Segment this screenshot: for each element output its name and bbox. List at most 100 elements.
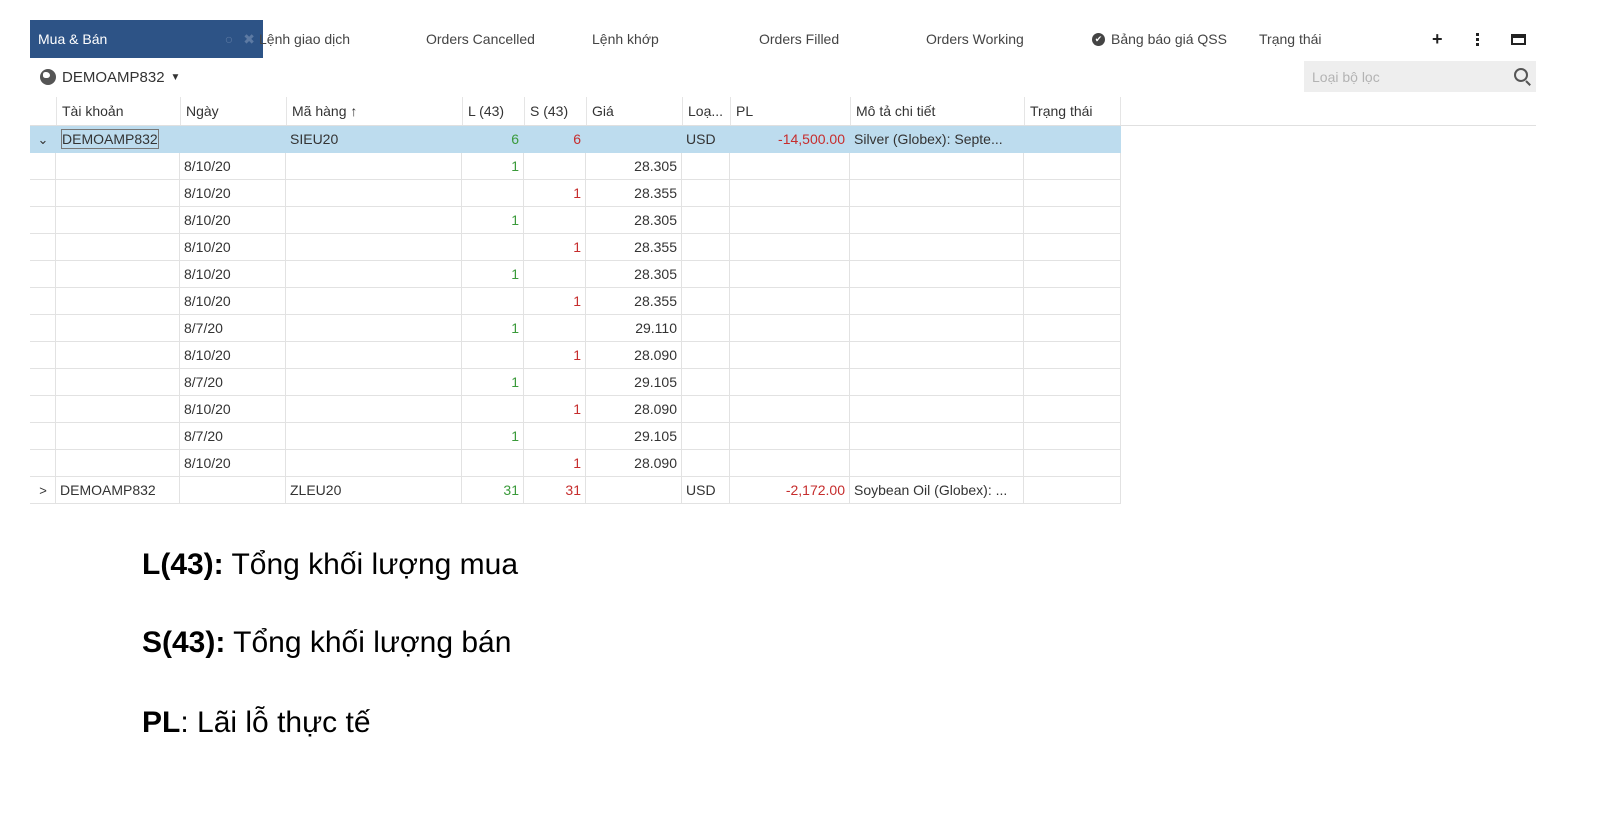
group-row-sieu20[interactable]: ⌄ DEMOAMP832 SIEU20 6 6 USD -14,500.00 S… <box>30 126 1121 153</box>
pl-cell <box>730 153 850 180</box>
tab-bang-bao-gia-qss[interactable]: ✔ Bảng báo giá QSS <box>1092 20 1227 58</box>
description-cell <box>850 261 1024 288</box>
account-selector[interactable]: DEMOAMP832 ▼ <box>40 66 180 88</box>
tab-trang-thai[interactable]: Trạng thái <box>1259 20 1322 58</box>
col-header-price[interactable]: Giá <box>586 97 682 125</box>
pl-cell <box>730 342 850 369</box>
pl-cell <box>730 315 850 342</box>
table-row[interactable]: 8/10/20 1 28.090 <box>30 450 1121 477</box>
status-cell <box>1024 126 1121 153</box>
symbol-cell <box>286 234 462 261</box>
col-header-label: Giá <box>592 103 614 119</box>
symbol-cell: SIEU20 <box>286 126 462 153</box>
table-row[interactable]: 8/10/20 1 28.355 <box>30 180 1121 207</box>
currency-cell <box>682 423 730 450</box>
tab-lenh-giao-dich[interactable]: Lệnh giao dịch <box>259 20 350 58</box>
col-header-date[interactable]: Ngày <box>180 97 286 125</box>
long-cell: 6 <box>462 126 524 153</box>
pl-cell <box>730 180 850 207</box>
expander-cell <box>30 315 56 342</box>
currency-cell <box>682 396 730 423</box>
account-cell <box>56 423 180 450</box>
price-cell: 28.305 <box>586 153 682 180</box>
group-row-zleu20[interactable]: > DEMOAMP832 ZLEU20 31 31 USD -2,172.00 … <box>30 477 1121 504</box>
tab-lenh-khop[interactable]: Lệnh khớp <box>592 20 659 58</box>
short-cell: 1 <box>524 234 586 261</box>
price-cell <box>586 477 682 504</box>
description-cell <box>850 396 1024 423</box>
price-cell: 28.305 <box>586 261 682 288</box>
col-header-long[interactable]: L (43) <box>462 97 524 125</box>
chevron-down-icon[interactable]: ⌄ <box>30 126 56 153</box>
table-row[interactable]: 8/10/20 1 28.090 <box>30 396 1121 423</box>
circle-icon[interactable]: ○ <box>225 31 233 47</box>
table-row[interactable]: 8/10/20 1 28.355 <box>30 234 1121 261</box>
tab-mua-ban[interactable]: Mua & Bán ○ ✖ <box>30 20 263 58</box>
table-row[interactable]: 8/10/20 1 28.305 <box>30 207 1121 234</box>
expander-cell <box>30 261 56 288</box>
col-header-label: PL <box>736 103 754 119</box>
short-cell <box>524 423 586 450</box>
table-row[interactable]: 8/10/20 1 28.305 <box>30 153 1121 180</box>
col-header-symbol[interactable]: Mã hàng ↑ <box>286 97 462 125</box>
account-cell <box>56 396 180 423</box>
long-cell <box>462 234 524 261</box>
col-header-label: Loạ... <box>688 103 724 119</box>
expander-cell <box>30 423 56 450</box>
col-header-label: L (43) <box>468 103 505 119</box>
tab-orders-working[interactable]: Orders Working <box>926 20 1024 58</box>
col-header-currency[interactable]: Loạ... <box>682 97 730 125</box>
note-pl: PL: Lãi lỗ thực tế <box>142 706 371 740</box>
symbol-cell <box>286 288 462 315</box>
table-row[interactable]: 8/10/20 1 28.355 <box>30 288 1121 315</box>
pl-cell: -14,500.00 <box>730 126 850 153</box>
status-cell <box>1024 261 1121 288</box>
col-header-description[interactable]: Mô tả chi tiết <box>850 97 1024 125</box>
short-cell: 31 <box>524 477 586 504</box>
tab-orders-cancelled[interactable]: Orders Cancelled <box>426 20 535 58</box>
long-cell <box>462 450 524 477</box>
tab-orders-filled[interactable]: Orders Filled <box>759 20 839 58</box>
table-row[interactable]: 8/7/20 1 29.105 <box>30 369 1121 396</box>
window-icon[interactable] <box>1511 20 1526 58</box>
col-header-pl[interactable]: PL <box>730 97 850 125</box>
date-cell <box>180 126 286 153</box>
date-cell: 8/7/20 <box>180 315 286 342</box>
short-cell: 1 <box>524 450 586 477</box>
col-header-short[interactable]: S (43) <box>524 97 586 125</box>
short-cell <box>524 369 586 396</box>
tab-label: Trạng thái <box>1259 31 1322 47</box>
account-cell <box>56 261 180 288</box>
search-icon[interactable] <box>1514 68 1528 82</box>
more-options-icon[interactable] <box>1476 20 1479 58</box>
col-header-label: Mô tả chi tiết <box>856 103 936 119</box>
account-cell <box>56 342 180 369</box>
account-cell: DEMOAMP832 <box>60 128 160 150</box>
add-tab-icon[interactable]: + <box>1432 20 1443 58</box>
symbol-cell: ZLEU20 <box>286 477 462 504</box>
date-cell: 8/10/20 <box>180 288 286 315</box>
table-row[interactable]: 8/10/20 1 28.305 <box>30 261 1121 288</box>
close-icon[interactable]: ✖ <box>243 31 255 48</box>
filter-input[interactable]: Loại bộ lọc <box>1304 61 1536 92</box>
note-long: L(43): Tổng khối lượng mua <box>142 548 518 582</box>
status-cell <box>1024 180 1121 207</box>
pl-cell <box>730 261 850 288</box>
status-cell <box>1024 342 1121 369</box>
expander-cell <box>30 234 56 261</box>
col-header-account[interactable]: Tài khoản <box>56 97 180 125</box>
account-cell <box>56 288 180 315</box>
table-row[interactable]: 8/7/20 1 29.105 <box>30 423 1121 450</box>
price-cell: 28.090 <box>586 342 682 369</box>
table-row[interactable]: 8/7/20 1 29.110 <box>30 315 1121 342</box>
status-cell <box>1024 369 1121 396</box>
table-row[interactable]: 8/10/20 1 28.090 <box>30 342 1121 369</box>
date-cell: 8/10/20 <box>180 153 286 180</box>
symbol-cell <box>286 423 462 450</box>
description-cell <box>850 234 1024 261</box>
col-header-status[interactable]: Trạng thái <box>1024 97 1121 125</box>
account-cell <box>56 234 180 261</box>
account-cell <box>56 180 180 207</box>
short-cell <box>524 315 586 342</box>
account-cell <box>56 153 180 180</box>
